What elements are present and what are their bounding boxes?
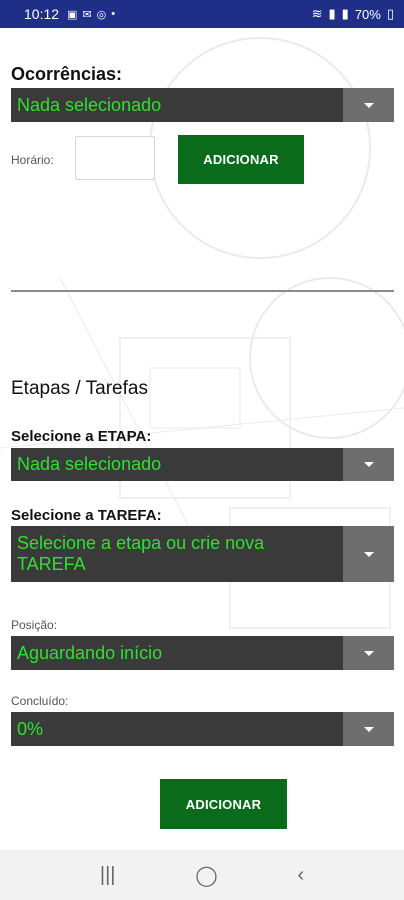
battery-icon: ▯ — [386, 6, 394, 21]
add-occurrence-button[interactable]: ADICIONAR — [178, 135, 304, 184]
completed-dropdown[interactable]: 0% — [11, 712, 394, 746]
chevron-down-icon — [363, 551, 374, 557]
completed-dropdown-value: 0% — [17, 718, 44, 739]
position-label: Posição: — [11, 618, 58, 632]
status-time: 10:12 — [24, 6, 60, 22]
position-dropdown[interactable]: Aguardando início — [11, 636, 394, 670]
stage-dropdown[interactable]: Nada selecionado — [11, 448, 394, 481]
add-task-button[interactable]: ADICIONAR — [160, 779, 287, 829]
time-input[interactable] — [75, 136, 155, 180]
chevron-down-icon — [363, 650, 374, 656]
task-dropdown-value: Selecione a etapa ou crie nova TAREFA — [17, 533, 265, 574]
position-dropdown-arrow[interactable] — [343, 636, 394, 670]
occurrences-dropdown[interactable]: Nada selecionado — [11, 88, 394, 122]
recent-apps-icon[interactable]: ||| — [100, 864, 116, 887]
time-label: Horário: — [11, 153, 54, 167]
chevron-down-icon — [363, 462, 374, 467]
section-divider — [11, 290, 394, 292]
position-dropdown-value: Aguardando início — [17, 642, 163, 663]
battery-percent: 70% — [354, 6, 381, 22]
stage-dropdown-value: Nada selecionado — [17, 454, 162, 474]
occurrences-dropdown-value: Nada selecionado — [17, 94, 162, 115]
task-dropdown[interactable]: Selecione a etapa ou crie nova TAREFA — [11, 526, 394, 582]
status-bar: 10:12 ▣ ✉ ◎ • ≋ ▮ ▮ 70% ▯ — [0, 0, 404, 28]
occurrences-title: Ocorrências: — [11, 64, 123, 84]
chevron-down-icon — [363, 726, 374, 732]
signal-icon-2: ▮ — [341, 6, 349, 21]
home-icon[interactable]: ◯ — [195, 863, 217, 888]
navigation-bar: ||| ◯ ‹ — [0, 850, 404, 900]
back-icon[interactable]: ‹ — [297, 864, 304, 887]
wifi-icon: ≋ — [311, 6, 323, 21]
whatsapp-icon: ◎ — [96, 8, 107, 21]
dot-icon: • — [111, 8, 116, 20]
occurrences-dropdown-arrow[interactable] — [343, 88, 394, 122]
image-icon: ▣ — [67, 8, 78, 21]
signal-icon: ▮ — [328, 6, 336, 21]
chevron-down-icon — [363, 102, 374, 108]
stages-title: Etapas / Tarefas — [11, 378, 148, 399]
task-label: Selecione a TAREFA: — [11, 507, 162, 524]
status-right: ≋ ▮ ▮ 70% ▯ — [312, 6, 394, 22]
completed-dropdown-arrow[interactable] — [343, 712, 394, 746]
stage-label: Selecione a ETAPA: — [11, 428, 152, 445]
mail-icon: ✉ — [82, 8, 92, 21]
notification-icons: ▣ ✉ ◎ • — [67, 8, 115, 21]
task-dropdown-arrow[interactable] — [343, 526, 394, 582]
completed-label: Concluído: — [11, 694, 69, 708]
stage-dropdown-arrow[interactable] — [343, 448, 394, 481]
